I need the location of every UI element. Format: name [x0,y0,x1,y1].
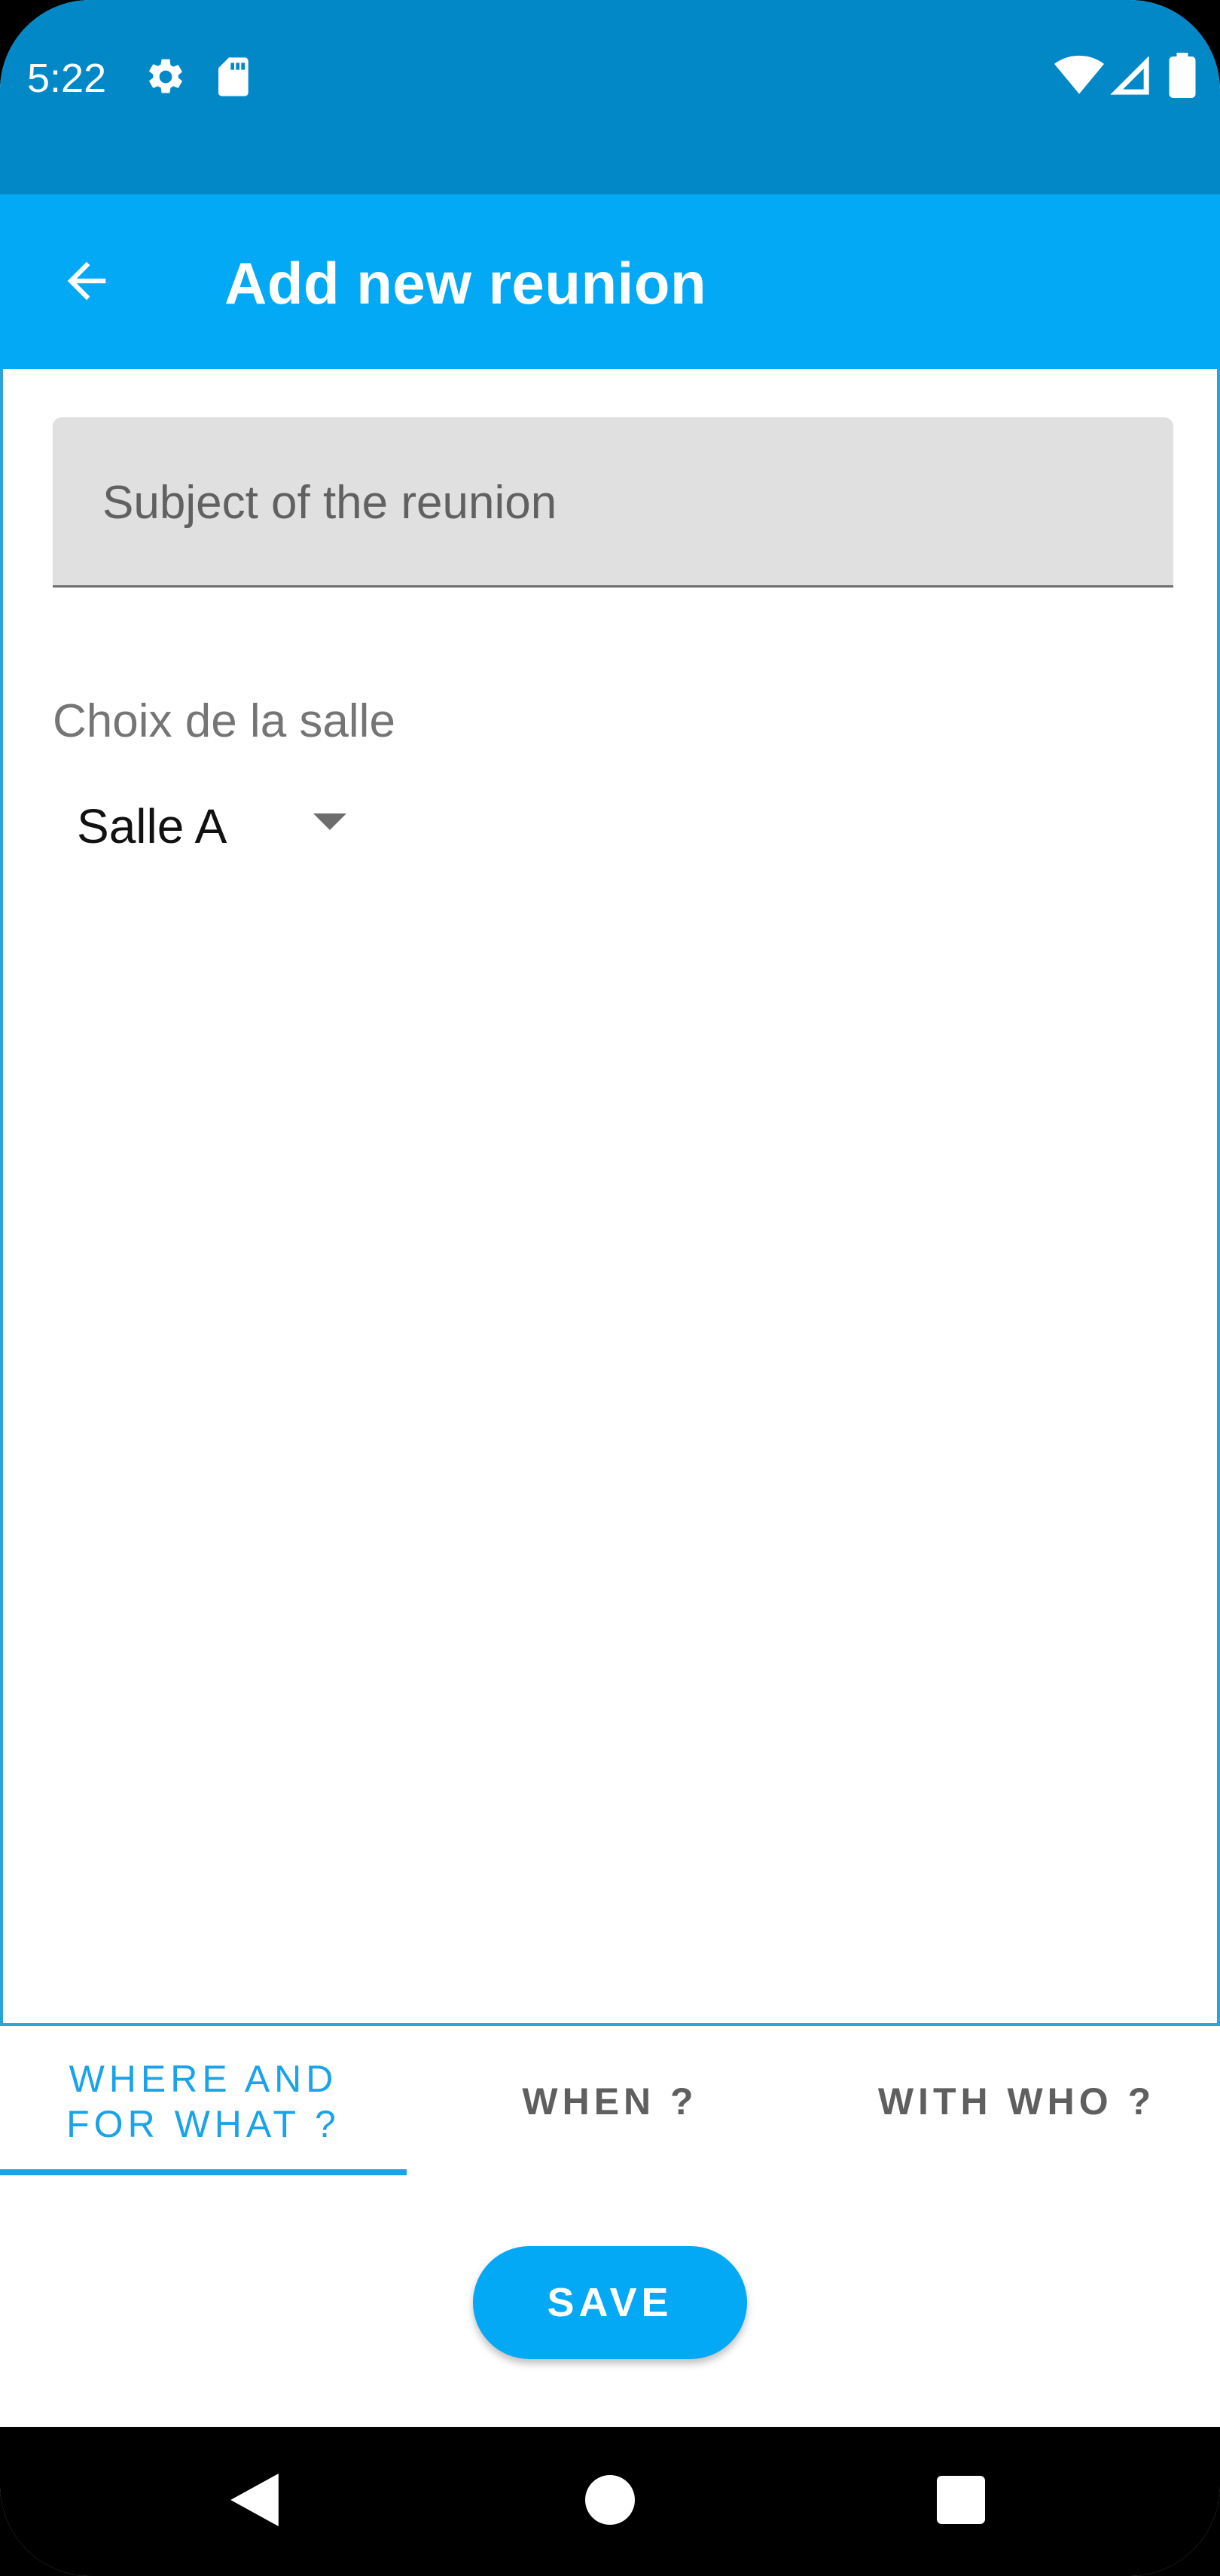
phone-screen: 5:22 Add new reunion Subject of the reun… [0,0,1220,2576]
nav-home-button[interactable] [535,2427,685,2576]
wifi-icon [1054,54,1104,100]
tab-label: WHEN ? [522,2080,698,2123]
back-triangle-icon [230,2473,279,2530]
save-button[interactable]: SAVE [473,2246,747,2359]
tab-bar: WHERE AND FOR WHAT ? WHEN ? WITH WHO ? [0,2026,1220,2177]
status-bar: 5:22 [0,0,1220,194]
status-time: 5:22 [27,56,107,101]
home-circle-icon [585,2474,635,2529]
room-dropdown[interactable]: Salle A [53,783,377,866]
subject-placeholder: Subject of the reunion [102,477,557,529]
save-button-label: SAVE [547,2280,673,2325]
system-navigation-bar [0,2427,1220,2576]
gear-icon [145,56,187,102]
battery-icon [1169,53,1196,102]
tab-label: WHERE AND FOR WHAT ? [66,2058,340,2145]
active-tab-indicator [0,2169,407,2175]
arrow-left-icon [58,252,115,313]
page-title: Add new reunion [224,250,707,316]
recents-square-icon [937,2475,985,2528]
dropdown-arrow-icon [313,813,346,834]
tab-where-and-what[interactable]: WHERE AND FOR WHAT ? [0,2026,407,2177]
tab-when[interactable]: WHEN ? [407,2026,813,2177]
tab-with-who[interactable]: WITH WHO ? [813,2026,1220,2177]
nav-back-button[interactable] [179,2427,330,2576]
room-selected-value: Salle A [77,799,227,853]
back-button[interactable] [45,233,128,331]
where-and-what-panel: Subject of the reunion Choix de la salle… [0,369,1220,2026]
app-bar: Add new reunion [0,194,1220,369]
sd-card-icon [215,56,253,102]
room-select-label: Choix de la salle [53,695,395,747]
tab-label: WITH WHO ? [877,2080,1156,2123]
signal-icon [1109,54,1151,100]
subject-input[interactable]: Subject of the reunion [53,417,1173,588]
nav-recents-button[interactable] [886,2427,1036,2576]
